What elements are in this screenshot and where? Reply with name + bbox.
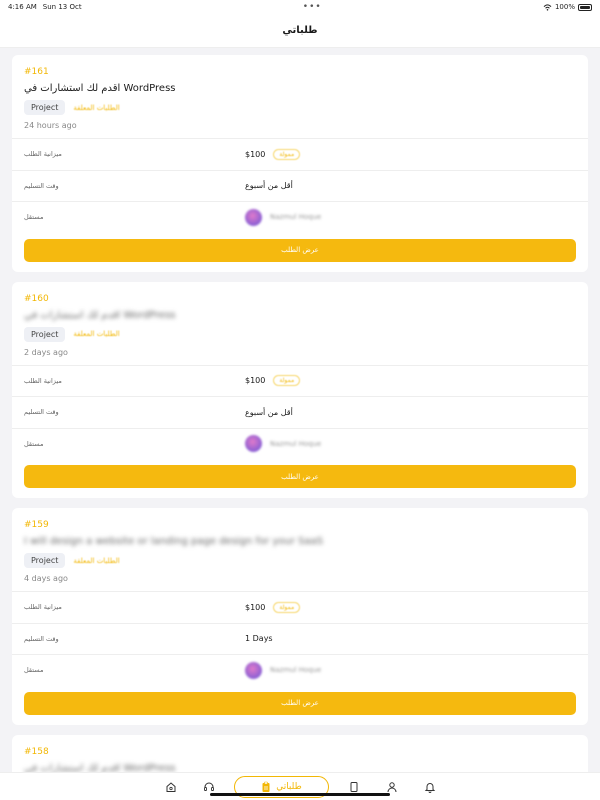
order-id: #159 [24, 520, 49, 530]
delivery-label: وقت التسليم [24, 181, 59, 190]
nav-orders-label: طلباتي [276, 781, 302, 792]
order-card: #159 I will design a website or landing … [12, 508, 588, 725]
order-card-header: #158 اقدم لك استشارات في WordPress [12, 735, 588, 773]
delivery-value: 1 Days [245, 634, 273, 644]
budget-label: ميزانية الطلب [24, 376, 62, 385]
budget-value-group: $100 ممولة [245, 601, 301, 613]
status-right: 100% [543, 3, 592, 11]
budget-value: $100 [245, 149, 266, 159]
nav-home[interactable] [152, 781, 190, 793]
freelancer-value-group[interactable]: Nazmul Hoque [245, 661, 321, 679]
view-order-button[interactable]: عرض الطلب [24, 238, 576, 262]
order-card-header: #159 I will design a website or landing … [12, 508, 588, 591]
orders-icon [262, 781, 270, 792]
order-tags: Project الطلبات المعلقة [24, 326, 576, 342]
freelancer-value-group[interactable]: Nazmul Hoque [245, 208, 321, 226]
orders-list[interactable]: #161 اقدم لك استشارات في WordPress Proje… [0, 55, 600, 772]
avatar[interactable] [245, 435, 262, 453]
budget-value-group: $100 ممولة [245, 375, 301, 387]
paid-badge: ممولة [273, 601, 301, 613]
delivery-value: أقل من أسبوع [245, 181, 293, 191]
order-card: #161 اقدم لك استشارات في WordPress Proje… [12, 55, 588, 272]
view-order-button[interactable]: عرض الطلب [24, 691, 576, 715]
freelancer-name[interactable]: Nazmul Hoque [270, 666, 321, 674]
freelancer-name[interactable]: Nazmul Hoque [270, 440, 321, 448]
budget-value: $100 [245, 602, 266, 612]
order-id: #160 [24, 293, 49, 304]
project-tag: Project [24, 100, 66, 115]
order-card-header: #161 اقدم لك استشارات في WordPress Proje… [12, 55, 588, 138]
paid-badge: ممولة [273, 375, 301, 387]
order-time: 2 days ago [24, 347, 68, 357]
nav-support[interactable] [190, 781, 228, 793]
freelancer-label: مستقل [24, 439, 44, 448]
freelancer-row: مستقل Nazmul Hoque [12, 427, 588, 460]
freelancer-row: مستقل Nazmul Hoque [12, 201, 588, 233]
battery-percent: 100% [554, 3, 575, 11]
order-tags: Project الطلبات المعلقة [24, 100, 576, 115]
order-tags: Project الطلبات المعلقة [24, 553, 576, 568]
project-tag: Project [24, 553, 66, 568]
status-tag: الطلبات المعلقة [73, 556, 120, 565]
budget-row: ميزانية الطلب $100 ممولة [12, 364, 588, 397]
order-card: #160 اقدم لك استشارات في WordPress Proje… [12, 281, 588, 498]
status-bar: 4:16 AM Sun 13 Oct ••• 100% [0, 0, 600, 14]
order-card-header: #160 اقدم لك استشارات في WordPress Proje… [12, 282, 588, 365]
freelancer-label: مستقل [24, 213, 44, 222]
project-tag: Project [24, 326, 66, 342]
status-left: 4:16 AM Sun 13 Oct [8, 3, 82, 11]
freelancer-value-group[interactable]: Nazmul Hoque [245, 435, 321, 453]
avatar[interactable] [245, 661, 262, 679]
wifi-icon [543, 3, 552, 11]
nav-saved[interactable] [335, 781, 373, 793]
budget-value: $100 [245, 376, 266, 386]
bottom-nav: طلباتي [0, 772, 600, 800]
multitask-dots[interactable]: ••• [303, 2, 322, 11]
delivery-value: أقل من أسبوع [245, 407, 293, 417]
home-icon [166, 781, 175, 792]
freelancer-label: مستقل [24, 666, 44, 675]
bookmark-icon [350, 781, 357, 792]
order-title: اقدم لك استشارات في WordPress [24, 762, 176, 773]
status-tag: الطلبات المعلقة [73, 103, 120, 112]
delivery-row: وقت التسليم 1 Days [12, 622, 588, 655]
order-time: 24 hours ago [24, 121, 77, 130]
page-title: طلباتي [282, 25, 318, 36]
budget-label: ميزانية الطلب [24, 603, 62, 612]
nav-notifications[interactable] [411, 781, 449, 793]
order-id: #158 [24, 746, 49, 757]
page-header: طلباتي [0, 14, 600, 48]
budget-row: ميزانية الطلب $100 ممولة [12, 591, 588, 623]
bell-icon [424, 782, 435, 793]
budget-label: ميزانية الطلب [24, 150, 62, 159]
delivery-row: وقت التسليم أقل من أسبوع [12, 396, 588, 428]
paid-badge: ممولة [273, 148, 301, 160]
delivery-row: وقت التسليم أقل من أسبوع [12, 169, 588, 202]
freelancer-name[interactable]: Nazmul Hoque [270, 213, 321, 221]
delivery-label: وقت التسليم [24, 634, 59, 643]
order-card: #158 اقدم لك استشارات في WordPress [12, 734, 588, 773]
status-tag: الطلبات المعلقة [73, 330, 120, 338]
headset-icon [203, 782, 214, 791]
avatar[interactable] [245, 208, 262, 226]
status-time: 4:16 AM [8, 3, 37, 11]
freelancer-row: مستقل Nazmul Hoque [12, 654, 588, 686]
budget-value-group: $100 ممولة [245, 148, 301, 160]
nav-profile[interactable] [373, 781, 411, 793]
order-title: اقدم لك استشارات في WordPress [24, 83, 176, 94]
view-order-button[interactable]: عرض الطلب [24, 465, 576, 488]
home-indicator[interactable] [210, 793, 390, 796]
order-title: اقدم لك استشارات في WordPress [24, 309, 176, 321]
delivery-label: وقت التسليم [24, 408, 59, 417]
status-date: Sun 13 Oct [42, 3, 82, 11]
battery-icon [577, 3, 592, 11]
order-title: I will design a website or landing page … [24, 536, 324, 547]
order-id: #161 [24, 67, 49, 77]
budget-row: ميزانية الطلب $100 ممولة [12, 138, 588, 170]
profile-icon [387, 781, 396, 792]
order-time: 4 days ago [24, 574, 68, 583]
